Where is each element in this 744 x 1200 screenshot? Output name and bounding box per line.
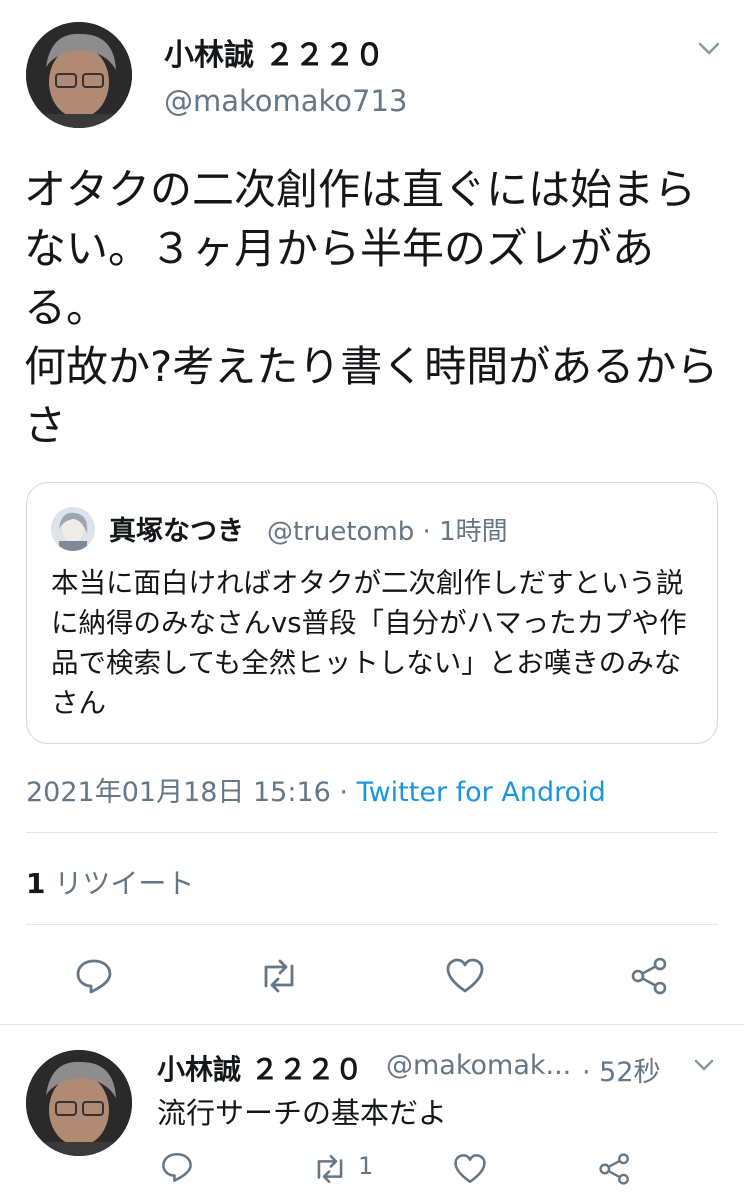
meta-separator: · [330, 777, 357, 808]
reply-author-handle[interactable]: @makomak... [386, 1050, 571, 1081]
reply-icon[interactable] [74, 956, 114, 1000]
heart-icon[interactable] [452, 1152, 488, 1190]
share-icon[interactable] [598, 1152, 632, 1190]
reply-retweet-count: 1 [358, 1152, 374, 1180]
tweet-text: オタクの二次創作は直ぐには始まらない。３ヶ月から半年のズレがある。 何故か?考え… [24, 165, 719, 450]
reply-icon[interactable] [160, 1150, 194, 1188]
heart-icon[interactable] [444, 956, 486, 1000]
reply-time[interactable]: · 52秒 [582, 1050, 661, 1089]
quoted-author-avatar [51, 507, 95, 551]
share-icon[interactable] [630, 956, 670, 1000]
divider [26, 832, 718, 833]
chevron-down-icon[interactable] [696, 38, 722, 62]
reply-author-avatar[interactable] [26, 1050, 132, 1156]
chevron-down-icon[interactable] [692, 1056, 716, 1078]
retweet-stats[interactable]: 1 リツイート [26, 862, 194, 902]
author-name[interactable]: 小林誠 ２２２０ [164, 30, 384, 74]
retweet-count: 1 [26, 867, 46, 900]
author-handle[interactable]: @makomako713 [164, 84, 407, 118]
retweet-icon[interactable] [310, 1152, 350, 1190]
author-avatar[interactable] [26, 22, 132, 128]
reply-author-name[interactable]: 小林誠 ２２２０ [157, 1048, 363, 1088]
quoted-author-handle: @truetomb · 1時間 [267, 517, 508, 547]
reply-text: 流行サーチの基本だよ [157, 1096, 448, 1130]
quoted-tweet-text: 本当に面白ければオタクが二次創作しだすという説に納得のみなさんvs普段「自分がハ… [51, 567, 687, 719]
tweet-meta: 2021年01月18日 15:16 · Twitter for Android [26, 770, 606, 809]
quoted-tweet[interactable]: 真塚なつき @truetomb · 1時間 本当に面白ければオタクが二次創作しだ… [26, 482, 718, 744]
tweet-timestamp: 2021年01月18日 15:16 [26, 777, 331, 808]
tweet-source-link[interactable]: Twitter for Android [357, 777, 606, 808]
divider [26, 924, 718, 925]
retweet-label: リツイート [45, 867, 195, 900]
quoted-author-name: 真塚なつき [109, 516, 244, 547]
section-divider [0, 1024, 744, 1025]
retweet-icon[interactable] [256, 956, 302, 1000]
